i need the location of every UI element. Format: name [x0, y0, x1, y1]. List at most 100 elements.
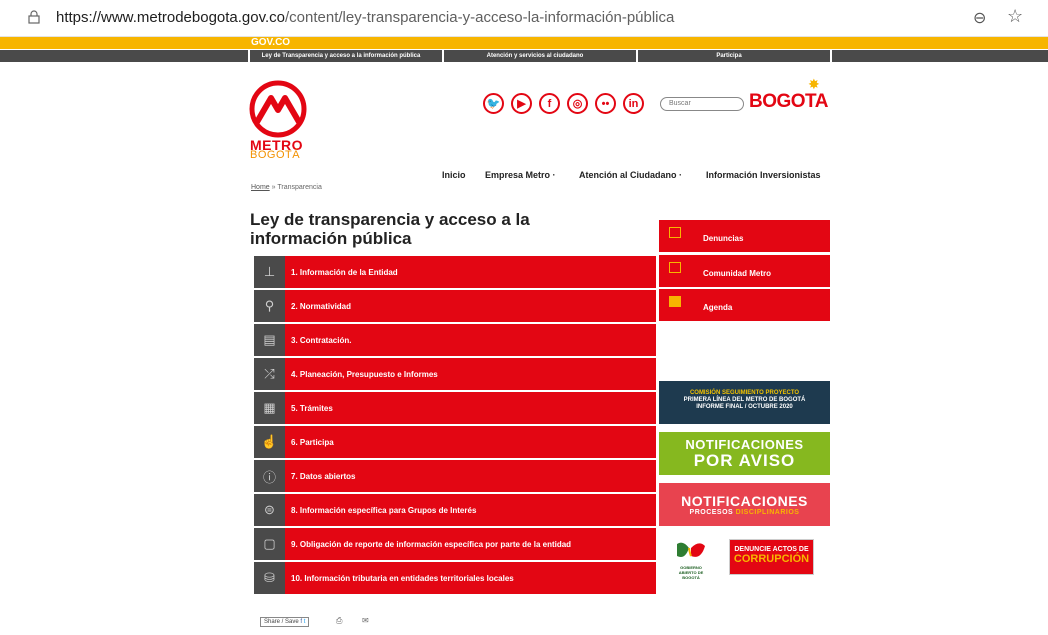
breadcrumb: Home » Transparencia: [251, 184, 322, 191]
nav-atencion[interactable]: Atención al Ciudadano ·: [579, 170, 682, 180]
facebook-icon[interactable]: f: [539, 93, 560, 114]
instagram-icon[interactable]: ◎: [567, 93, 588, 114]
list-item[interactable]: ▤ 3. Contratación.: [254, 324, 656, 356]
gobierno-abierto-logo-icon: [677, 542, 705, 557]
list-item[interactable]: ⤮ 4. Planeación, Presupuesto e Informes: [254, 358, 656, 390]
topnav-blank: [830, 50, 1048, 62]
topnav-participa[interactable]: Participa: [636, 50, 820, 62]
list-item[interactable]: ⓘ 7. Datos abiertos: [254, 460, 656, 492]
list-item-label: 6. Participa: [285, 426, 656, 458]
breadcrumb-home[interactable]: Home: [251, 184, 270, 191]
topnav-participa-label: Participa: [716, 53, 742, 59]
chevron-down-icon: ·: [679, 170, 683, 180]
document-icon: ▤: [254, 324, 285, 356]
gavel-icon: ⚲: [254, 290, 285, 322]
list-item[interactable]: ⊥ 1. Información de la Entidad: [254, 256, 656, 288]
comision-line1: COMISIÓN SEGUIMIENTO PROYECTO: [689, 390, 800, 396]
linkedin-icon[interactable]: in: [623, 93, 644, 114]
gov-logo-text: GOV.CO: [251, 37, 291, 48]
denuncie-line1: DENUNCIE ACTOS DE: [734, 546, 809, 553]
denuncias-label: Denuncias: [703, 234, 744, 243]
message-icon: [669, 227, 681, 238]
notificaciones-aviso-banner[interactable]: NOTIFICACIONES POR AVISO: [659, 432, 830, 475]
notif-proc-line2: PROCESOS DISCIPLINARIOS: [659, 509, 830, 516]
notif-proc-procesos: PROCESOS: [689, 509, 734, 516]
share-save-button[interactable]: Share / Save f t: [260, 617, 310, 627]
flickr-icon[interactable]: ••: [595, 93, 616, 114]
nav-empresa-metro-label: Empresa Metro: [485, 170, 551, 180]
planning-icon: ⤮: [254, 358, 285, 390]
list-item-label: 2. Normatividad: [285, 290, 656, 322]
coins-icon: ⛁: [254, 562, 285, 594]
list-item[interactable]: ⊜ 8. Información específica para Grupos …: [254, 494, 656, 526]
logo-text-bogota: BOGOTÁ: [250, 149, 301, 161]
url-field[interactable]: https://www.metrodebogota.gov.co/content…: [56, 9, 674, 26]
calendar-icon: [669, 296, 681, 307]
list-item-label: 9. Obligación de reporte de información …: [285, 528, 656, 560]
chevron-down-icon: ·: [552, 170, 556, 180]
breadcrumb-current: Transparencia: [277, 184, 322, 191]
list-item[interactable]: ⛁ 10. Información tributaria en entidade…: [254, 562, 656, 594]
list-item[interactable]: ⚲ 2. Normatividad: [254, 290, 656, 322]
community-icon: [669, 262, 681, 273]
org-chart-icon: ⊥: [254, 256, 285, 288]
search-input[interactable]: Buscar: [660, 97, 744, 111]
topnav-transparencia[interactable]: Ley de Transparencia y acceso a la infor…: [248, 50, 432, 62]
twitter-icon: t: [303, 619, 306, 625]
agenda-label: Agenda: [703, 303, 733, 312]
list-item-label: 7. Datos abiertos: [285, 460, 656, 492]
agenda-button[interactable]: Agenda: [659, 289, 830, 321]
breadcrumb-sep: »: [271, 184, 276, 191]
notif-proc-disciplinarios: DISCIPLINARIOS: [735, 509, 800, 516]
list-item[interactable]: ▦ 5. Trámites: [254, 392, 656, 424]
metro-logo-icon[interactable]: [249, 80, 307, 138]
zoom-icon[interactable]: ⊖: [973, 8, 986, 28]
print-icon[interactable]: ⎙: [336, 616, 342, 626]
clipboard-icon: ▢: [254, 528, 285, 560]
info-icon: ⓘ: [254, 460, 285, 492]
lock-icon: [28, 10, 40, 24]
comision-line3: INFORME FINAL / OCTUBRE 2020: [696, 404, 793, 410]
share-label: Share / Save: [264, 619, 299, 625]
hand-icon: ☝: [254, 426, 285, 458]
list-item-label: 3. Contratación.: [285, 324, 656, 356]
topnav-atencion[interactable]: Atención y servicios al ciudadano: [442, 50, 626, 62]
notif-aviso-line2: POR AVISO: [693, 451, 796, 470]
gov-bar: [0, 37, 1048, 49]
list-item-label: 5. Trámites: [285, 392, 656, 424]
comunidad-label: Comunidad Metro: [703, 269, 771, 278]
list-item-label: 4. Planeación, Presupuesto e Informes: [285, 358, 656, 390]
page-title: Ley de transparencia y acceso a la infor…: [250, 210, 530, 248]
browser-address-bar: https://www.metrodebogota.gov.co/content…: [0, 0, 1048, 37]
youtube-icon[interactable]: ▶: [511, 93, 532, 114]
gov-logo[interactable]: GOV.CO: [251, 37, 290, 48]
bogota-logo[interactable]: BOGOTA: [749, 91, 828, 113]
transparency-list: ⊥ 1. Información de la Entidad ⚲ 2. Norm…: [254, 256, 656, 596]
list-item-label: 1. Información de la Entidad: [285, 256, 656, 288]
nav-empresa-metro[interactable]: Empresa Metro ·: [485, 170, 556, 180]
email-icon[interactable]: ✉: [362, 616, 369, 625]
comunidad-metro-button[interactable]: Comunidad Metro: [659, 255, 830, 287]
nav-inicio[interactable]: Inicio: [442, 170, 466, 180]
nav-inversionistas[interactable]: Información Inversionistas: [706, 170, 821, 180]
twitter-icon[interactable]: 🐦: [483, 93, 504, 114]
chat-icon: ⊜: [254, 494, 285, 526]
list-item-label: 10. Información tributaria en entidades …: [285, 562, 656, 594]
favorite-star-icon[interactable]: ☆: [1007, 6, 1023, 27]
denuncie-line2: CORRUPCIÓN: [733, 553, 810, 565]
denuncie-box: DENUNCIE ACTOS DE CORRUPCIÓN: [729, 539, 814, 575]
comision-banner[interactable]: COMISIÓN SEGUIMIENTO PROYECTO PRIMERA LÍ…: [659, 381, 830, 424]
notificaciones-procesos-banner[interactable]: NOTIFICACIONES PROCESOS DISCIPLINARIOS: [659, 483, 830, 526]
notif-proc-line1: NOTIFICACIONES: [681, 493, 808, 509]
notif-aviso-line1: NOTIFICACIONES: [685, 437, 804, 452]
list-item[interactable]: ☝ 6. Participa: [254, 426, 656, 458]
forms-icon: ▦: [254, 392, 285, 424]
facebook-icon: f: [300, 619, 303, 625]
top-navigation: Ley de Transparencia y acceso a la infor…: [0, 50, 1048, 62]
nav-atencion-label: Atención al Ciudadano: [579, 170, 677, 180]
denuncie-corrupcion-banner[interactable]: GOBIERNO ABIERTO DE BOGOTÁ DENUNCIE ACTO…: [659, 535, 830, 580]
topnav-atencion-label: Atención y servicios al ciudadano: [486, 53, 584, 59]
denuncias-button[interactable]: Denuncias: [659, 220, 830, 252]
search-placeholder: Buscar: [669, 100, 691, 107]
list-item[interactable]: ▢ 9. Obligación de reporte de informació…: [254, 528, 656, 560]
